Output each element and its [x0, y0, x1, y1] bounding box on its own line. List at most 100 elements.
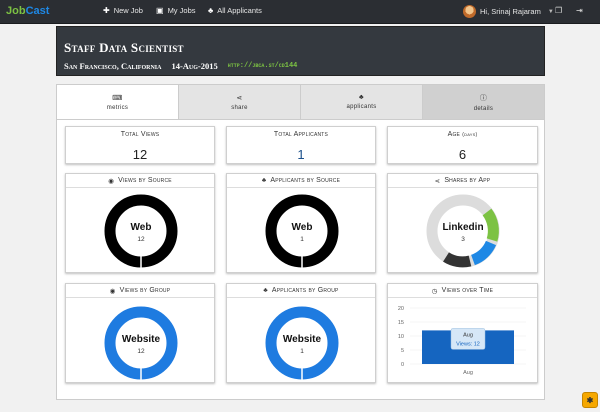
age-label: Age — [447, 131, 461, 138]
y-tick-label: 5 — [401, 348, 404, 354]
views-by-group-label: Views by Group — [119, 287, 171, 294]
tab-metrics[interactable]: ⌨ metrics — [57, 85, 179, 119]
user-greeting: Hi, Srinaj Rajaram — [480, 7, 541, 16]
age-unit: (days) — [462, 132, 478, 138]
new-job-label: New Job — [113, 6, 143, 15]
tab-share-label: share — [231, 104, 248, 111]
y-tick-label: 15 — [398, 320, 404, 326]
copy-icon[interactable]: ❐ — [555, 6, 562, 15]
y-tick-label: 0 — [401, 362, 404, 368]
applicants-by-source-label: Applicants by Source — [270, 177, 341, 184]
avatar — [463, 5, 476, 18]
shares-by-app-label: Shares by App — [444, 177, 491, 184]
applicants-by-group-label: Applicants by Group — [271, 287, 339, 294]
keyboard-icon: ⌨ — [112, 94, 123, 102]
donut-center-label: Web — [131, 222, 152, 233]
total-applicants-label: Total Applicants — [273, 131, 329, 138]
views-by-source-label: Views by Source — [118, 177, 172, 184]
donut-center-value: 12 — [137, 236, 145, 243]
views-by-group-card: ◉ Views by Group Website 12 — [65, 283, 215, 383]
views-by-source-title: ◉ Views by Source — [66, 174, 214, 188]
users-icon: ♣ — [359, 94, 364, 101]
app-logo[interactable]: JobCast — [6, 5, 49, 17]
donut-center-label: Linkedin — [442, 222, 483, 233]
shares-by-app-title: ⋖ Shares by App — [388, 174, 537, 188]
user-menu[interactable]: Hi, Srinaj Rajaram ▼ — [463, 5, 554, 18]
views-by-group-title: ◉ Views by Group — [66, 284, 214, 298]
donut-segment-blue[interactable] — [470, 240, 497, 266]
all-applicants-link[interactable]: ♣ All Applicants — [208, 6, 262, 15]
my-jobs-label: My Jobs — [167, 6, 196, 15]
age-label-wrap: Age (days) — [388, 131, 537, 138]
donut-segment-green[interactable] — [482, 208, 499, 242]
tab-metrics-label: metrics — [106, 104, 129, 111]
age-value: 6 — [458, 147, 467, 162]
applicants-by-group-donut[interactable]: Website 1 — [227, 298, 377, 384]
donut-center-label: Website — [283, 334, 322, 345]
share-icon: ⋖ — [236, 94, 243, 102]
my-jobs-link[interactable]: ▣ My Jobs — [156, 6, 196, 15]
shares-by-app-card: ⋖ Shares by App Linkedin 3 — [387, 173, 538, 273]
logout-icon[interactable]: ⇥ — [576, 6, 583, 15]
brand-part1: Job — [6, 5, 26, 17]
tab-share[interactable]: ⋖ share — [179, 85, 301, 119]
clock-icon: ◷ — [431, 287, 438, 295]
total-applicants-value[interactable]: 1 — [227, 147, 375, 162]
all-applicants-label: All Applicants — [217, 6, 262, 15]
total-views-card: Total Views 12 — [65, 126, 215, 164]
total-applicants-card: Total Applicants 1 — [226, 126, 376, 164]
views-over-time-label: Views over Time — [441, 287, 494, 294]
total-views-label: Total Views — [120, 131, 160, 138]
views-over-time-card: ◷ Views over Time 0 5 10 15 20 Aug Aug Views: 1… — [387, 283, 538, 383]
applicants-by-source-card: ♣ Applicants by Source Web 1 — [226, 173, 376, 273]
top-navbar: JobCast ✚ New Job ▣ My Jobs ♣ All Applic… — [0, 0, 600, 24]
views-over-time-chart[interactable]: 0 5 10 15 20 Aug Aug Views: 12 — [388, 298, 539, 384]
tab-applicants-label: applicants — [346, 104, 377, 110]
y-tick-label: 10 — [398, 334, 404, 340]
age-card: Age (days) 6 — [387, 126, 538, 164]
briefcase-icon: ▣ — [156, 6, 164, 15]
donut-segment-dark[interactable] — [443, 252, 472, 268]
donut-center-value: 1 — [300, 348, 304, 355]
new-job-link[interactable]: ✚ New Job — [103, 6, 143, 15]
tab-applicants[interactable]: ♣ applicants — [301, 85, 423, 119]
job-tabs: ⌨ metrics ⋖ share ♣ applicants ⓘ details — [56, 84, 545, 120]
views-by-source-donut[interactable]: Web 12 — [66, 188, 216, 274]
chevron-down-icon: ▼ — [547, 8, 554, 15]
help-button[interactable]: ✱ — [582, 392, 598, 408]
donut-center-value: 1 — [300, 236, 304, 243]
eye-icon: ◉ — [108, 177, 115, 185]
lightbulb-icon: ✱ — [586, 395, 594, 405]
y-tick-label: 20 — [398, 306, 404, 312]
users-icon: ♣ — [208, 6, 214, 15]
shares-by-app-donut[interactable]: Linkedin 3 — [388, 188, 539, 274]
eye-icon: ◉ — [109, 287, 116, 295]
views-by-source-card: ◉ Views by Source Web 12 — [65, 173, 215, 273]
donut-center-label: Website — [122, 334, 161, 345]
tooltip-title: Aug — [463, 332, 473, 338]
metrics-panel: Total Views 12 Total Applicants 1 Age (d… — [56, 120, 545, 400]
views-by-group-donut[interactable]: Website 12 — [66, 298, 216, 384]
applicants-by-group-title: ♣ Applicants by Group — [227, 284, 375, 298]
tooltip-value: Views: 12 — [456, 341, 480, 347]
users-icon: ♣ — [261, 177, 267, 184]
brand-part2: Cast — [25, 5, 50, 17]
applicants-by-group-card: ♣ Applicants by Group Website 1 — [226, 283, 376, 383]
job-meta: San Francisco, California 14-Aug-2015 ht… — [64, 61, 297, 71]
job-header: Staff Data Scientist San Francisco, Cali… — [56, 26, 545, 76]
tab-details-label: details — [473, 105, 494, 112]
donut-center-label: Web — [292, 222, 313, 233]
job-location: San Francisco, California — [64, 61, 162, 71]
views-over-time-title: ◷ Views over Time — [388, 284, 537, 298]
donut-center-value: 3 — [461, 236, 465, 243]
job-title: Staff Data Scientist — [64, 40, 184, 55]
users-icon: ♣ — [263, 287, 268, 294]
job-date: 14-Aug-2015 — [171, 61, 218, 71]
total-views-value: 12 — [132, 147, 148, 162]
tab-details[interactable]: ⓘ details — [423, 85, 544, 119]
applicants-by-source-title: ♣ Applicants by Source — [227, 174, 375, 188]
applicants-by-source-donut[interactable]: Web 1 — [227, 188, 377, 274]
donut-center-value: 12 — [137, 348, 145, 355]
plus-icon: ✚ — [103, 6, 110, 15]
job-short-link[interactable]: http://jbca.st/cd144 — [228, 62, 298, 71]
